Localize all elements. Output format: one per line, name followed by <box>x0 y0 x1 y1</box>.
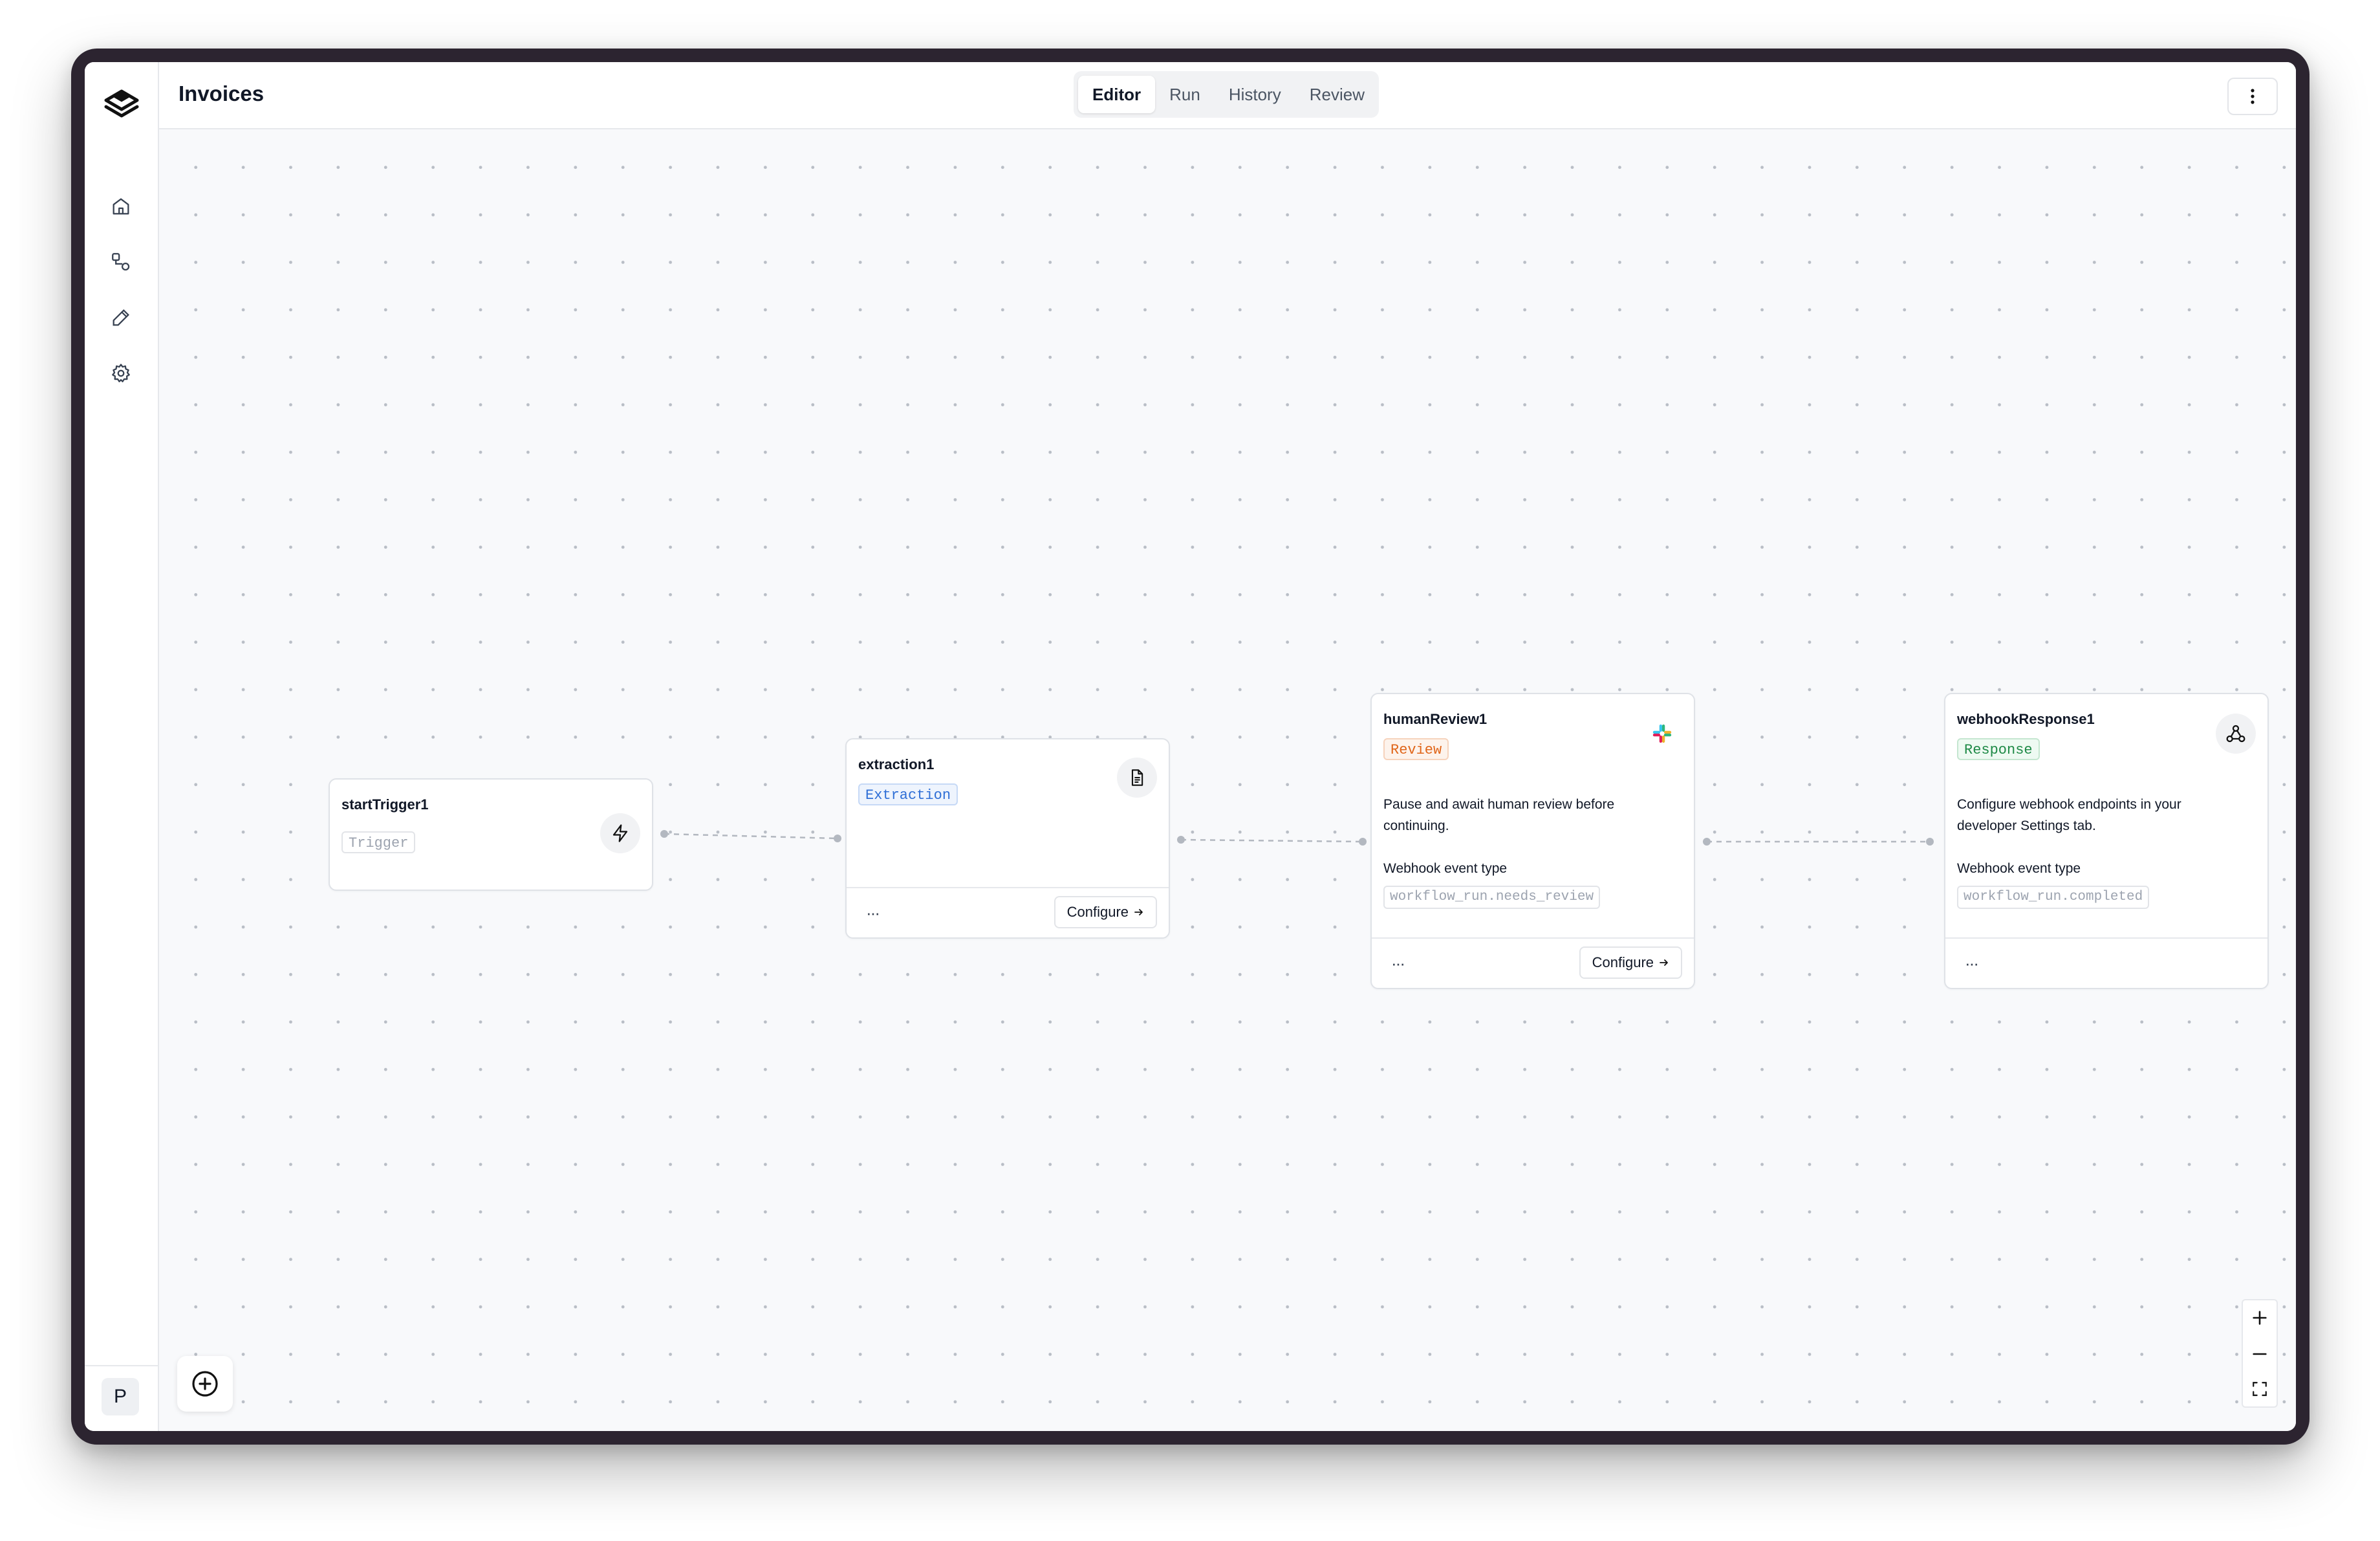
minus-icon <box>2253 1353 2267 1355</box>
node-footer: ··· Configure <box>1372 937 1694 988</box>
node-more-button[interactable]: ··· <box>1958 950 1984 976</box>
node-type-badge: Trigger <box>341 831 416 853</box>
tab-run[interactable]: Run <box>1155 76 1215 113</box>
node-title: webhookResponse1 <box>1957 711 2095 727</box>
tab-review[interactable]: Review <box>1295 76 1379 113</box>
fit-view-button[interactable] <box>2243 1372 2277 1406</box>
sidebar-item-settings[interactable] <box>103 355 139 391</box>
node-title: startTrigger1 <box>341 796 429 813</box>
tab-editor[interactable]: Editor <box>1078 76 1156 113</box>
node-extraction[interactable]: extraction1 Extraction ··· Configure <box>845 738 1170 939</box>
sidebar-item-edit[interactable] <box>103 300 139 336</box>
app-window: P Invoices Editor Run History Review sta… <box>85 62 2296 1431</box>
event-type-value: workflow_run.completed <box>1957 886 2150 909</box>
sidebar-divider <box>85 1365 158 1366</box>
zoom-out-button[interactable] <box>2243 1337 2277 1372</box>
node-type-badge: Review <box>1383 738 1449 760</box>
tab-bar: Editor Run History Review <box>1074 71 1379 118</box>
event-type-label: Webhook event type <box>1957 861 2081 876</box>
sidebar-item-workflows[interactable] <box>103 244 139 280</box>
plus-circle-icon <box>192 1371 218 1397</box>
zoom-in-button[interactable] <box>2243 1300 2277 1335</box>
lightning-icon <box>600 813 640 853</box>
node-type-badge: Extraction <box>858 783 958 805</box>
slack-icon <box>1642 714 1682 754</box>
zoom-controls <box>2242 1299 2278 1408</box>
add-node-button[interactable] <box>177 1356 233 1412</box>
node-human-review[interactable]: humanReview1 Review Pause and await huma <box>1370 693 1695 989</box>
page-title: Invoices <box>178 82 265 105</box>
plus-icon <box>2253 1311 2267 1325</box>
pen-icon <box>113 309 129 326</box>
fit-view-icon <box>2253 1382 2267 1396</box>
node-footer: ··· <box>1945 937 2267 988</box>
configure-label: Configure <box>1592 954 1654 970</box>
workflow-icon <box>112 253 130 271</box>
edge-extraction-review <box>1180 838 1363 843</box>
node-title: extraction1 <box>858 756 935 772</box>
webhook-icon <box>2216 714 2256 754</box>
node-footer: ··· Configure <box>847 887 1169 937</box>
home-icon <box>113 198 129 215</box>
node-title: humanReview1 <box>1383 711 1488 727</box>
gear-icon <box>112 364 130 382</box>
arrow-right-icon <box>1134 909 1143 915</box>
event-type-label: Webhook event type <box>1383 861 1508 876</box>
event-type-value: workflow_run.needs_review <box>1383 886 1601 909</box>
device-frame: P Invoices Editor Run History Review sta… <box>71 49 2310 1445</box>
document-icon <box>1117 758 1157 798</box>
arrow-right-icon <box>1660 959 1668 966</box>
top-bar: Invoices Editor Run History Review <box>159 62 2296 129</box>
configure-button[interactable]: Configure <box>1579 946 1682 979</box>
node-description: Configure webhook endpoints in your deve… <box>1957 797 2181 833</box>
node-start-trigger[interactable]: startTrigger1 Trigger <box>329 778 653 891</box>
node-type-badge: Response <box>1957 738 2040 760</box>
sidebar-item-home[interactable] <box>103 188 139 224</box>
node-description: Pause and await human review before cont… <box>1383 797 1615 833</box>
sidebar: P <box>85 62 159 1431</box>
edge-start-extraction <box>664 833 838 840</box>
node-more-button[interactable]: ··· <box>1385 950 1411 976</box>
vertical-dots-icon <box>2251 89 2255 104</box>
configure-label: Configure <box>1066 904 1129 920</box>
avatar[interactable]: P <box>102 1378 139 1415</box>
node-webhook-response[interactable]: webhookResponse1 Response Configure webh… <box>1944 693 2269 989</box>
tab-history[interactable]: History <box>1215 76 1295 113</box>
node-more-button[interactable]: ··· <box>860 900 885 926</box>
more-menu-button[interactable] <box>2227 78 2278 115</box>
app-logo[interactable] <box>102 85 141 124</box>
configure-button[interactable]: Configure <box>1054 896 1157 928</box>
workflow-canvas[interactable]: startTrigger1 Trigger extraction1 Extrac… <box>159 129 2296 1431</box>
